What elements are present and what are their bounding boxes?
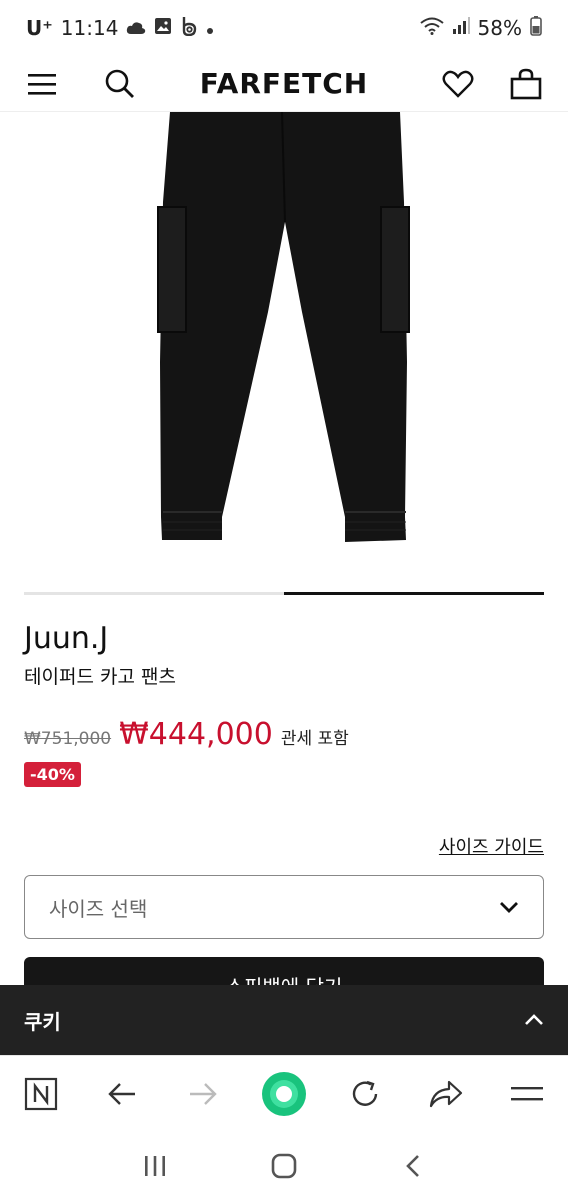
size-select-placeholder: 사이즈 선택 — [49, 896, 148, 921]
status-left: U⁺ 11:14 — [26, 16, 214, 41]
browser-menu-icon[interactable] — [503, 1070, 551, 1118]
tax-note: 관세 포함 — [280, 729, 349, 749]
site-logo[interactable]: FARFETCH — [200, 67, 368, 100]
heart-icon[interactable] — [434, 60, 482, 108]
cookie-bar[interactable]: 쿠키 — [0, 985, 568, 1055]
naver-home-icon[interactable] — [17, 1070, 65, 1118]
menu-icon[interactable] — [18, 60, 66, 108]
product-image[interactable] — [0, 111, 568, 582]
carousel-active-segment — [284, 592, 544, 595]
recent-apps-icon[interactable] — [131, 1142, 179, 1190]
header-left — [18, 60, 144, 108]
signal-icon — [452, 16, 470, 40]
price-row: ₩751,000 ₩444,000 관세 포함 — [24, 717, 349, 752]
search-icon[interactable] — [96, 60, 144, 108]
original-price: ₩751,000 — [24, 729, 112, 749]
app-header: FARFETCH — [0, 56, 568, 112]
system-nav-bar — [0, 1131, 568, 1200]
brand-name[interactable]: Juun.J — [24, 621, 108, 656]
sale-price: ₩444,000 — [119, 717, 273, 752]
battery-percent: 58% — [477, 16, 522, 40]
cookie-label: 쿠키 — [24, 1009, 61, 1034]
reload-icon[interactable] — [341, 1070, 389, 1118]
bag-icon[interactable] — [502, 60, 550, 108]
notification-dot-icon — [206, 16, 214, 40]
status-bar: U⁺ 11:14 58% — [0, 0, 568, 56]
system-back-icon[interactable] — [389, 1142, 437, 1190]
cloud-icon — [126, 16, 146, 40]
product-name: 테이퍼드 카고 팬츠 — [24, 666, 176, 688]
b-app-icon — [180, 16, 198, 41]
share-icon[interactable] — [422, 1070, 470, 1118]
chevron-down-icon — [499, 895, 519, 919]
status-time: 11:14 — [60, 16, 119, 40]
size-select[interactable]: 사이즈 선택 — [24, 875, 544, 939]
chevron-up-icon[interactable] — [524, 1008, 544, 1032]
carousel-indicator — [24, 592, 544, 595]
wifi-icon — [419, 16, 444, 40]
forward-arrow-icon[interactable] — [179, 1070, 227, 1118]
carrier-label: U⁺ — [26, 16, 53, 40]
battery-icon — [530, 15, 542, 41]
green-dot-icon[interactable] — [260, 1070, 308, 1118]
image-icon — [154, 16, 172, 40]
browser-toolbar — [0, 1055, 568, 1132]
back-arrow-icon[interactable] — [98, 1070, 146, 1118]
cargo-pants-image — [157, 111, 410, 542]
header-right — [434, 60, 550, 108]
size-guide-link[interactable]: 사이즈 가이드 — [439, 833, 544, 859]
home-icon[interactable] — [260, 1142, 308, 1190]
discount-badge: -40% — [24, 762, 81, 787]
status-right: 58% — [419, 15, 542, 41]
